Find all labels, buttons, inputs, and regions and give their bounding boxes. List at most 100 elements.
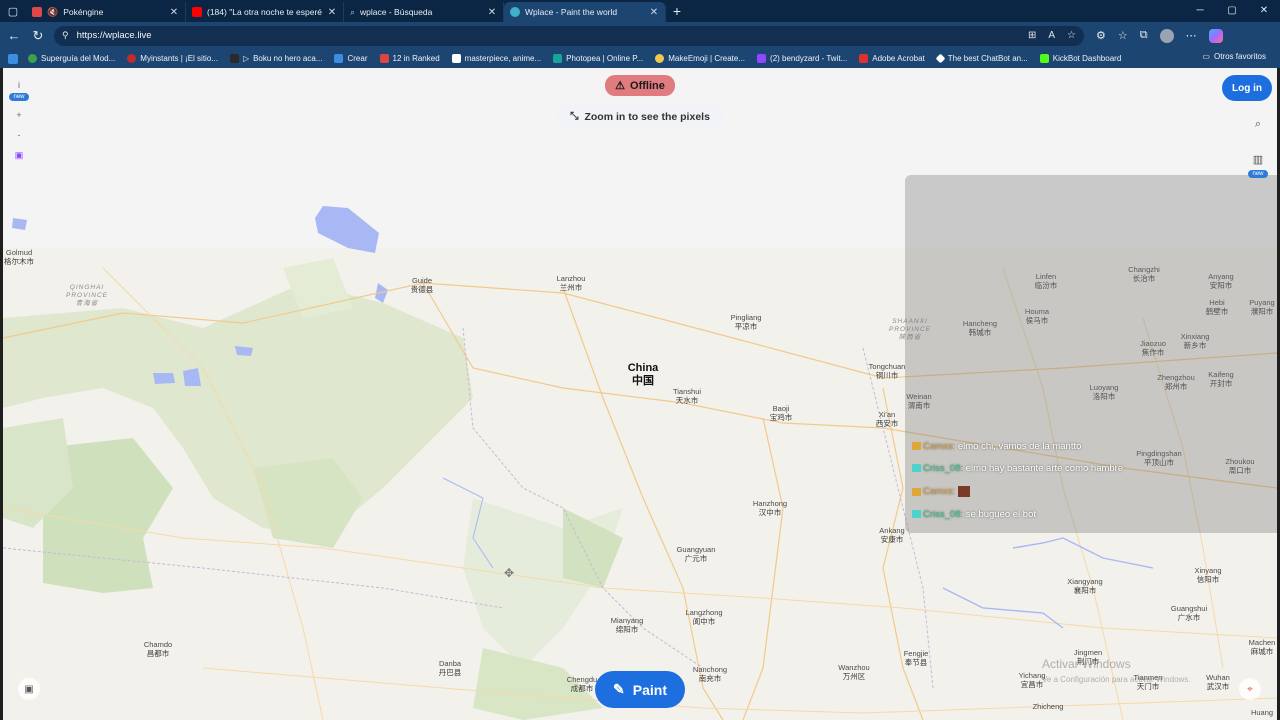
close-tab-icon[interactable]: ✕ [169, 7, 179, 18]
city-label: Guide 贵德县 [411, 276, 434, 294]
bookmark[interactable]: (2) bendyzard - Twit... [757, 54, 847, 63]
bookmark-label: Adobe Acrobat [872, 54, 925, 63]
read-aloud-icon[interactable]: A [1048, 30, 1055, 41]
tab-search[interactable]: ⌕ wplace - Búsqueda ✕ [344, 2, 504, 22]
move-cursor-icon: ✥ [504, 566, 515, 580]
minimize-icon[interactable]: ─ [1184, 0, 1216, 22]
city-label: Guangshui 广水市 [1171, 604, 1207, 622]
city-cn: 安康市 [880, 535, 904, 544]
wifi-off-icon: ⚠ [615, 80, 626, 92]
locate-me-button[interactable]: ⌖ [1239, 678, 1261, 700]
close-tab-icon[interactable]: ✕ [487, 7, 497, 18]
close-tab-icon[interactable]: ✕ [327, 7, 337, 18]
new-tab-button[interactable]: + [666, 3, 688, 19]
bookmark[interactable]: masterpiece, anime... [451, 54, 541, 63]
city-name: Chamdo [143, 640, 173, 649]
maximize-icon[interactable]: ▢ [1216, 0, 1248, 22]
tab-pokengine[interactable]: 🔇 Pokéngine ✕ [26, 2, 186, 22]
tab-wplace[interactable]: Wplace - Paint the world ✕ [504, 2, 666, 22]
leaderboard-button[interactable]: ▥ new [1247, 153, 1269, 178]
city-name: Ankang [879, 526, 905, 535]
image-icon: ▣ [24, 683, 34, 695]
city-cn: 奉节县 [904, 658, 928, 667]
city-cn: 天水市 [675, 396, 699, 405]
city-cn: 平凉市 [734, 322, 758, 331]
bookmark[interactable]: Adobe Acrobat [859, 54, 925, 63]
province-cn: 青海省 [75, 300, 99, 307]
other-bookmarks-folder[interactable]: ▭ Otros favoritos [1202, 52, 1266, 61]
zoom-in-button[interactable]: + [16, 110, 21, 120]
address-bar[interactable]: ⚲ https://wplace.live ⊞ A ☆ [54, 25, 1084, 46]
gallery-button[interactable]: ▣ [18, 678, 40, 700]
tab-title: Wplace - Paint the world [525, 7, 618, 17]
folder-label: Otros favoritos [1213, 52, 1266, 61]
city-label: Pingliang 平凉市 [731, 313, 762, 331]
tab-title: Pokéngine [63, 7, 104, 17]
city-label: Xiangyang 襄阳市 [1067, 577, 1102, 595]
user-badge-icon [912, 510, 921, 519]
tab-youtube[interactable]: (184) "La otra noche te esperé ba... ✕ [186, 2, 344, 22]
bookmark-favicon-icon [935, 53, 946, 64]
bookmark[interactable]: 12 in Ranked [379, 54, 440, 63]
city-label: Xi'an 西安市 [876, 410, 899, 428]
city-name: Pingliang [730, 313, 762, 322]
bookmark[interactable]: ▷ Boku no hero aca... [229, 54, 322, 63]
play-icon: ▷ [242, 54, 250, 63]
twitch-icon[interactable]: ▣ [15, 150, 24, 161]
close-window-icon[interactable]: ✕ [1248, 0, 1280, 22]
favorites-icon[interactable]: ☆ [1118, 29, 1128, 42]
zoom-out-button[interactable]: - [18, 130, 21, 140]
search-location-icon[interactable]: ⌕ [1247, 118, 1269, 131]
bookmark[interactable]: Crear [334, 54, 368, 63]
paint-button[interactable]: ✎ Paint [595, 671, 685, 708]
crosshair-icon: ⌖ [1247, 683, 1253, 695]
bookmark-label: The best ChatBot an... [947, 54, 1028, 63]
favorite-star-icon[interactable]: ☆ [1067, 30, 1076, 41]
city-label: Danba 丹巴县 [439, 659, 462, 677]
user-badge-icon [912, 442, 921, 451]
city-label: Tongchuan 铜川市 [869, 362, 906, 380]
city-label: Baoji 宝鸡市 [770, 404, 793, 422]
edge-bookmark-icon[interactable] [8, 53, 18, 64]
app-available-icon[interactable]: ⊞ [1028, 30, 1036, 41]
city-name: Hanzhong [752, 499, 788, 508]
chat-text: se bugueo el bot [965, 509, 1037, 520]
country-cn: 中国 [632, 375, 654, 387]
reload-icon[interactable]: ↻ [26, 28, 50, 44]
city-label: Chengdu 成都市 [567, 675, 597, 693]
bookmark-favicon-icon [229, 54, 239, 63]
bookmark[interactable]: The best ChatBot an... [935, 53, 1028, 64]
bookmark[interactable]: Superguía del Mod... [28, 54, 115, 63]
bookmark-favicon-icon [379, 54, 389, 63]
new-badge: new [1248, 170, 1268, 178]
chat-text: elmo chi, vamos de la mantto [957, 441, 1082, 452]
chat-username: Camxs: [923, 486, 956, 498]
city-name: Danba [438, 659, 462, 668]
site-info-icon[interactable]: ⚲ [62, 30, 69, 41]
city-cn: 绵阳市 [615, 625, 639, 634]
extensions-icon[interactable]: ⚙ [1096, 29, 1106, 42]
close-tab-icon[interactable]: ✕ [649, 7, 659, 18]
city-label: Fengjie 奉节县 [904, 649, 929, 667]
bookmark[interactable]: MakeEmoji | Create... [655, 54, 745, 63]
bookmark[interactable]: Photopea | Online P... [553, 54, 643, 63]
copilot-icon[interactable] [1208, 28, 1223, 43]
city-label: Golmud 格尔木市 [4, 248, 34, 266]
muted-speaker-icon[interactable]: 🔇 [47, 7, 58, 18]
back-arrow-icon[interactable]: ← [2, 28, 26, 43]
info-button[interactable]: i new [9, 80, 29, 101]
tab-actions-icon[interactable]: ▢ [0, 0, 26, 22]
collections-icon[interactable]: ⧉ [1140, 29, 1148, 42]
bookmark[interactable]: Myinstants | ¡El sitio... [127, 54, 218, 63]
city-label: Chamdo 昌都市 [144, 640, 172, 658]
more-menu-icon[interactable]: ⋯ [1186, 29, 1197, 42]
bookmark-label: Myinstants | ¡El sitio... [140, 54, 218, 63]
login-button[interactable]: Log in [1222, 75, 1272, 101]
windows-activation-watermark: Activar Windows Ve a Configuración para … [1042, 657, 1191, 687]
profile-avatar[interactable] [1159, 28, 1174, 43]
city-label: Machen 麻城市 [1249, 638, 1276, 656]
bookmark[interactable]: KickBot Dashboard [1039, 54, 1121, 63]
url-text[interactable]: https://wplace.live [77, 30, 152, 41]
city-label: Lanzhou 兰州市 [557, 274, 586, 292]
province-name: QINGHAI PROVINCE [66, 284, 108, 299]
